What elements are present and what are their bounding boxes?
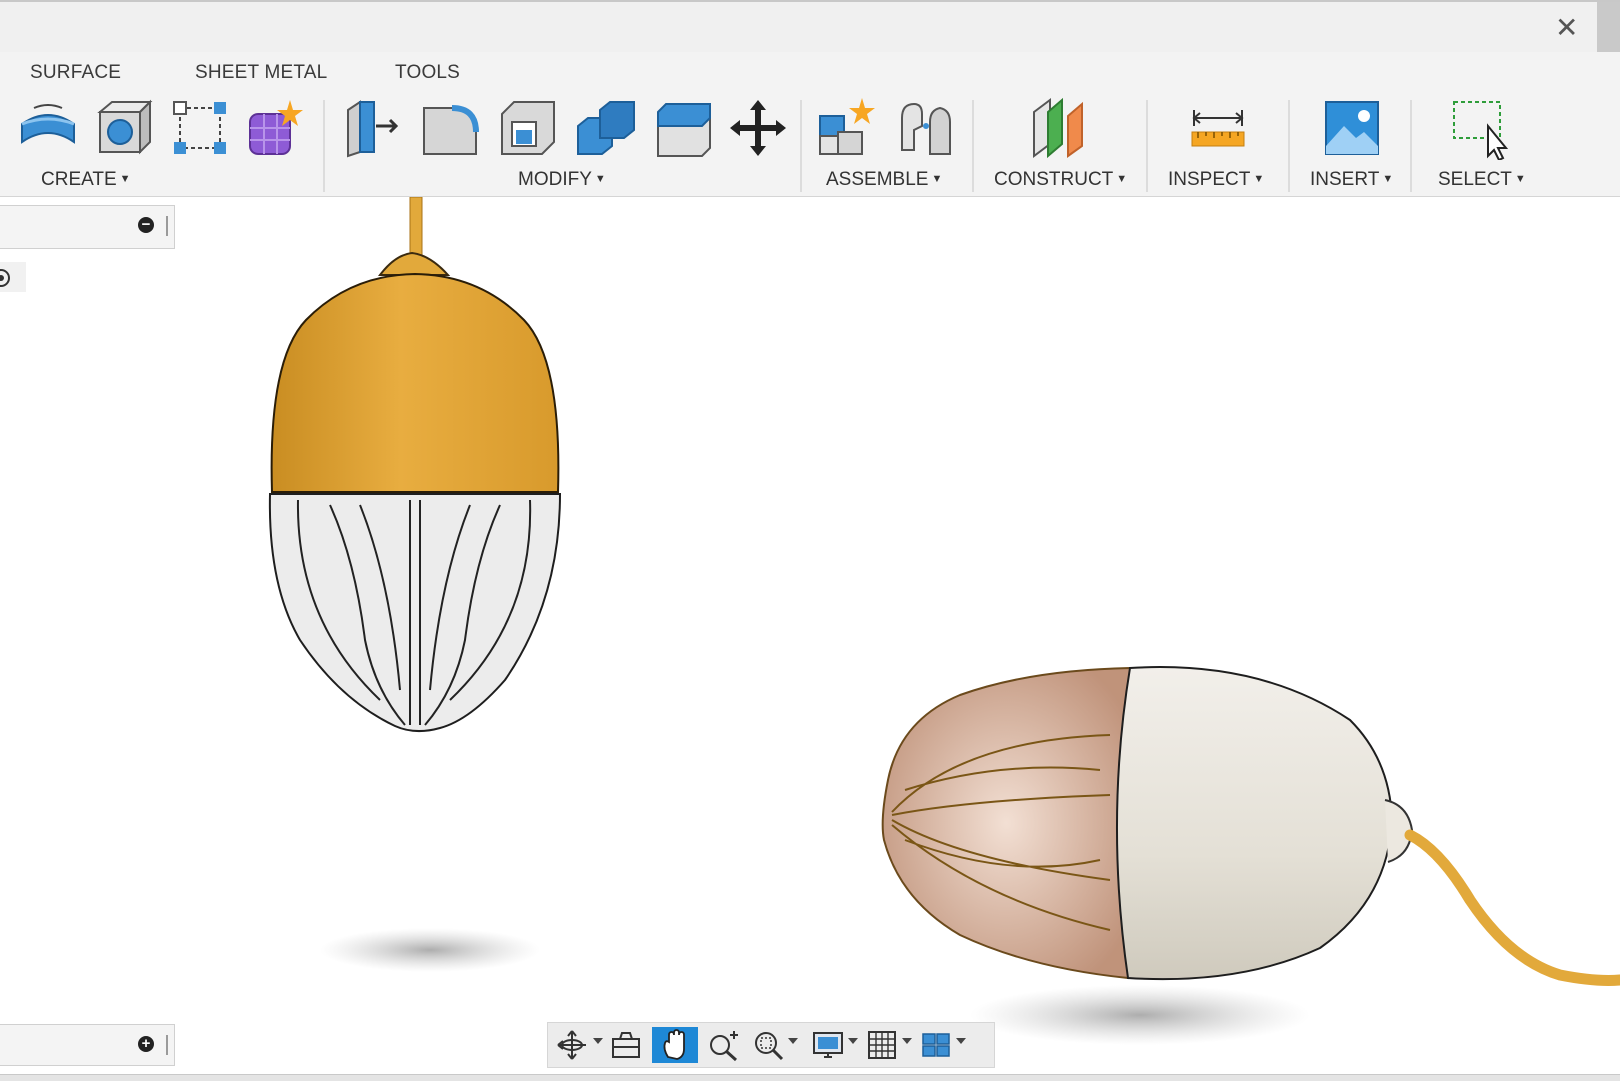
chevron-down-icon: ▼ bbox=[1253, 173, 1265, 185]
navigation-bar bbox=[547, 1022, 995, 1068]
lamp-cord bbox=[409, 197, 423, 256]
viewports-icon[interactable] bbox=[918, 1027, 954, 1063]
select-label-text: SELECT bbox=[1438, 169, 1512, 190]
orbit-icon[interactable] bbox=[554, 1027, 590, 1063]
construct-label-text: CONSTRUCT bbox=[994, 169, 1114, 190]
form-box-icon[interactable] bbox=[244, 96, 308, 160]
press-pull-icon[interactable] bbox=[340, 96, 404, 160]
chevron-down-icon: ▼ bbox=[1116, 173, 1128, 185]
chevron-down-icon: ▼ bbox=[594, 173, 606, 185]
shell-icon[interactable] bbox=[496, 96, 560, 160]
panel-grip-icon[interactable] bbox=[166, 1035, 168, 1055]
ribbon-toolbar: SURFACE SHEET METAL TOOLS CREATE ▼ MODIFY… bbox=[0, 52, 1620, 197]
group-insert-label[interactable]: INSERT ▼ bbox=[1310, 169, 1393, 191]
window-edge-tab[interactable] bbox=[1597, 2, 1620, 54]
chevron-down-icon[interactable] bbox=[956, 1038, 966, 1044]
group-select-label[interactable]: SELECT ▼ bbox=[1438, 169, 1526, 191]
lamp-shadow bbox=[970, 985, 1310, 1045]
lamp-glass-globe bbox=[268, 493, 562, 732]
new-component-icon[interactable] bbox=[816, 96, 880, 160]
panel-grip-icon[interactable] bbox=[166, 216, 168, 236]
divider bbox=[972, 100, 974, 192]
chevron-down-icon: ▼ bbox=[1382, 173, 1394, 185]
3d-viewport[interactable] bbox=[0, 197, 1620, 1074]
insert-label-text: INSERT bbox=[1310, 169, 1380, 190]
move-icon[interactable] bbox=[726, 96, 790, 160]
visibility-toggle[interactable] bbox=[0, 262, 26, 292]
lamp-cap bbox=[377, 251, 451, 276]
lamp-shade-yellow bbox=[270, 272, 560, 493]
divider bbox=[800, 100, 802, 192]
title-bar: ✕ bbox=[0, 0, 1620, 54]
zoom-icon[interactable] bbox=[706, 1027, 742, 1063]
assemble-label-text: ASSEMBLE bbox=[826, 169, 929, 190]
insert-image-icon[interactable] bbox=[1320, 96, 1384, 160]
divider bbox=[323, 100, 325, 192]
create-label-text: CREATE bbox=[41, 169, 117, 190]
modify-label-text: MODIFY bbox=[518, 169, 592, 190]
revolve-box-icon[interactable] bbox=[92, 96, 156, 160]
offset-plane-icon[interactable] bbox=[1028, 96, 1092, 160]
lamp-shade-cream bbox=[1116, 666, 1394, 981]
fit-icon[interactable] bbox=[750, 1027, 786, 1063]
tab-tools[interactable]: TOOLS bbox=[395, 62, 460, 84]
measure-icon[interactable] bbox=[1186, 96, 1250, 160]
lamp-glass-amber bbox=[881, 666, 1132, 980]
chevron-down-icon[interactable] bbox=[848, 1038, 858, 1044]
chevron-down-icon: ▼ bbox=[1514, 173, 1526, 185]
chevron-down-icon[interactable] bbox=[788, 1038, 798, 1044]
display-settings-icon[interactable] bbox=[810, 1027, 846, 1063]
pan-icon[interactable] bbox=[652, 1027, 698, 1063]
combine-icon[interactable] bbox=[574, 96, 638, 160]
group-construct-label[interactable]: CONSTRUCT ▼ bbox=[994, 169, 1127, 191]
fillet-icon[interactable] bbox=[418, 96, 482, 160]
eye-icon bbox=[0, 269, 10, 287]
hanging-lamp-model[interactable] bbox=[268, 197, 562, 972]
offset-face-icon[interactable] bbox=[652, 96, 716, 160]
browser-panel[interactable]: − bbox=[0, 205, 175, 249]
expand-icon[interactable]: + bbox=[138, 1036, 154, 1052]
chevron-down-icon: ▼ bbox=[931, 173, 943, 185]
tab-sheet-metal[interactable]: SHEET METAL bbox=[195, 62, 327, 84]
group-modify-label[interactable]: MODIFY ▼ bbox=[518, 169, 606, 191]
chevron-down-icon[interactable] bbox=[902, 1038, 912, 1044]
extrude-surface-icon[interactable] bbox=[16, 96, 80, 160]
divider bbox=[1146, 100, 1148, 192]
divider bbox=[1288, 100, 1290, 192]
group-assemble-label[interactable]: ASSEMBLE ▼ bbox=[826, 169, 942, 191]
comments-panel[interactable]: + bbox=[0, 1024, 175, 1066]
close-icon[interactable]: ✕ bbox=[1555, 14, 1578, 42]
joint-icon[interactable] bbox=[894, 96, 958, 160]
chevron-down-icon[interactable] bbox=[593, 1038, 603, 1044]
lamp-shadow bbox=[320, 928, 540, 972]
lamp-cord bbox=[1404, 829, 1620, 986]
collapse-icon[interactable]: − bbox=[138, 217, 154, 233]
lying-lamp-model[interactable] bbox=[881, 666, 1620, 1045]
group-inspect-label[interactable]: INSPECT ▼ bbox=[1168, 169, 1264, 191]
chevron-down-icon: ▼ bbox=[119, 173, 131, 185]
window-select-icon[interactable] bbox=[1448, 96, 1512, 162]
grid-icon[interactable] bbox=[864, 1027, 900, 1063]
group-create-label[interactable]: CREATE ▼ bbox=[41, 169, 131, 191]
tab-surface[interactable]: SURFACE bbox=[30, 62, 121, 84]
sketch-points-icon[interactable] bbox=[168, 96, 232, 160]
look-at-icon[interactable] bbox=[608, 1027, 644, 1063]
inspect-label-text: INSPECT bbox=[1168, 169, 1251, 190]
divider bbox=[1410, 100, 1412, 192]
